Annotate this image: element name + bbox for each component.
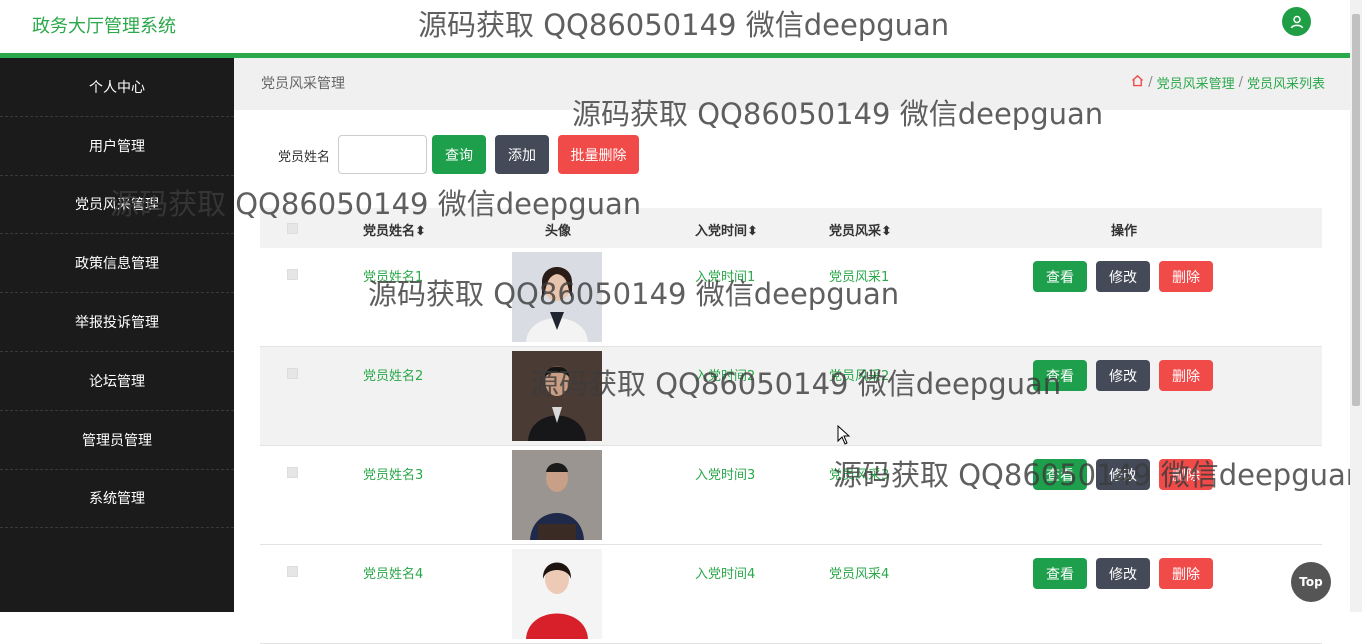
avatar-photo bbox=[512, 252, 602, 342]
breadcrumb-bar: 党员风采管理 / 党员风采管理 / 党员风采列表 bbox=[234, 58, 1350, 110]
row-checkbox[interactable] bbox=[287, 368, 298, 379]
page-title: 党员风采管理 bbox=[261, 76, 345, 92]
header-label: 入党时间 bbox=[695, 224, 748, 239]
row-checkbox[interactable] bbox=[287, 467, 298, 478]
table-header: 党员姓名⬍ 头像 入党时间⬍ 党员风采⬍ 操作 bbox=[260, 208, 1322, 248]
sort-icon: ⬍ bbox=[747, 224, 758, 239]
edit-button[interactable]: 修改 bbox=[1096, 261, 1150, 292]
cell-join-time: 入党时间1 bbox=[695, 270, 756, 285]
sidebar: 个人中心 用户管理 党员风采管理 政策信息管理 举报投诉管理 论坛管理 管理员管… bbox=[0, 58, 234, 612]
sidebar-item-label: 举报投诉管理 bbox=[75, 315, 159, 332]
data-table: 党员姓名⬍ 头像 入党时间⬍ 党员风采⬍ 操作 党员姓名1 入党时间1 党员风采… bbox=[260, 208, 1322, 644]
user-avatar-icon[interactable] bbox=[1282, 7, 1311, 36]
query-button[interactable]: 查询 bbox=[432, 135, 486, 174]
add-button[interactable]: 添加 bbox=[495, 135, 549, 174]
sidebar-item-label: 管理员管理 bbox=[82, 432, 152, 449]
sidebar-item-label: 论坛管理 bbox=[89, 373, 145, 390]
cell-join-time: 入党时间4 bbox=[695, 567, 756, 582]
sort-icon: ⬍ bbox=[415, 224, 426, 239]
row-checkbox[interactable] bbox=[287, 269, 298, 280]
sidebar-item-label: 个人中心 bbox=[89, 79, 145, 96]
delete-button[interactable]: 删除 bbox=[1159, 261, 1213, 292]
cell-name: 党员姓名1 bbox=[363, 270, 424, 285]
column-header-join-time[interactable]: 入党时间⬍ bbox=[695, 220, 758, 239]
sidebar-item-party-member-style[interactable]: 党员风采管理 bbox=[0, 176, 234, 235]
edit-button[interactable]: 修改 bbox=[1096, 360, 1150, 391]
view-button[interactable]: 查看 bbox=[1033, 459, 1087, 490]
sidebar-item-forum[interactable]: 论坛管理 bbox=[0, 352, 234, 411]
header-label: 党员姓名 bbox=[363, 224, 416, 239]
breadcrumb-separator: / bbox=[1238, 75, 1243, 90]
sidebar-item-system[interactable]: 系统管理 bbox=[0, 470, 234, 529]
app-title: 政务大厅管理系统 bbox=[32, 16, 176, 37]
sidebar-item-complaints[interactable]: 举报投诉管理 bbox=[0, 293, 234, 352]
home-icon[interactable] bbox=[1131, 74, 1144, 91]
batch-delete-button[interactable]: 批量删除 bbox=[558, 135, 639, 174]
table-row: 党员姓名2 入党时间2 党员风采2 查看 修改 删除 bbox=[260, 347, 1322, 446]
column-header-style[interactable]: 党员风采⬍ bbox=[829, 220, 892, 239]
avatar-photo bbox=[512, 351, 602, 441]
column-header-actions: 操作 bbox=[1111, 224, 1138, 239]
cell-style: 党员风采4 bbox=[829, 567, 890, 582]
cell-name: 党员姓名3 bbox=[363, 468, 424, 483]
scrollbar-thumb[interactable] bbox=[1352, 14, 1360, 406]
breadcrumb-item[interactable]: 党员风采管理 bbox=[1157, 73, 1235, 92]
sidebar-item-personal-center[interactable]: 个人中心 bbox=[0, 58, 234, 117]
view-button[interactable]: 查看 bbox=[1033, 261, 1087, 292]
column-header-avatar: 头像 bbox=[545, 224, 572, 239]
breadcrumb-separator: / bbox=[1148, 75, 1153, 90]
sidebar-item-label: 政策信息管理 bbox=[75, 256, 159, 273]
avatar-photo bbox=[512, 549, 602, 639]
cell-name: 党员姓名4 bbox=[363, 567, 424, 582]
column-header-name[interactable]: 党员姓名⬍ bbox=[363, 220, 426, 239]
cell-join-time: 入党时间2 bbox=[695, 369, 756, 384]
sidebar-item-policy-info[interactable]: 政策信息管理 bbox=[0, 234, 234, 294]
edit-button[interactable]: 修改 bbox=[1096, 558, 1150, 589]
top-bar: 政务大厅管理系统 bbox=[0, 0, 1350, 53]
edit-button[interactable]: 修改 bbox=[1096, 459, 1150, 490]
back-to-top-button[interactable]: Top bbox=[1291, 562, 1331, 602]
sidebar-item-admin-management[interactable]: 管理员管理 bbox=[0, 411, 234, 470]
sidebar-item-label: 用户管理 bbox=[89, 138, 145, 155]
breadcrumb-item[interactable]: 党员风采列表 bbox=[1247, 73, 1325, 92]
sidebar-item-label: 系统管理 bbox=[89, 491, 145, 508]
view-button[interactable]: 查看 bbox=[1033, 360, 1087, 391]
row-checkbox[interactable] bbox=[287, 566, 298, 577]
table-row: 党员姓名1 入党时间1 党员风采1 查看 修改 删除 bbox=[260, 248, 1322, 347]
search-name-input[interactable] bbox=[338, 135, 427, 174]
sidebar-item-label: 党员风采管理 bbox=[75, 197, 159, 214]
sort-icon: ⬍ bbox=[881, 224, 892, 239]
cell-style: 党员风采2 bbox=[829, 369, 890, 384]
header-label: 党员风采 bbox=[829, 224, 882, 239]
delete-button[interactable]: 删除 bbox=[1159, 459, 1213, 490]
cell-name: 党员姓名2 bbox=[363, 369, 424, 384]
cell-style: 党员风采3 bbox=[829, 468, 890, 483]
delete-button[interactable]: 删除 bbox=[1159, 360, 1213, 391]
search-label: 党员姓名 bbox=[278, 150, 331, 165]
mouse-cursor-icon bbox=[837, 424, 851, 449]
main-content: 党员风采管理 / 党员风采管理 / 党员风采列表 党员姓名 查询 添加 批量删除… bbox=[234, 58, 1350, 644]
avatar-photo bbox=[512, 450, 602, 540]
cell-join-time: 入党时间3 bbox=[695, 468, 756, 483]
select-all-checkbox[interactable] bbox=[287, 223, 298, 234]
view-button[interactable]: 查看 bbox=[1033, 558, 1087, 589]
table-row: 党员姓名4 入党时间4 党员风采4 查看 修改 删除 bbox=[260, 545, 1322, 644]
cell-style: 党员风采1 bbox=[829, 270, 890, 285]
delete-button[interactable]: 删除 bbox=[1159, 558, 1213, 589]
breadcrumb: / 党员风采管理 / 党员风采列表 bbox=[1131, 73, 1325, 92]
table-row: 党员姓名3 入党时间3 党员风采3 查看 修改 删除 bbox=[260, 446, 1322, 545]
sidebar-item-user-management[interactable]: 用户管理 bbox=[0, 117, 234, 176]
